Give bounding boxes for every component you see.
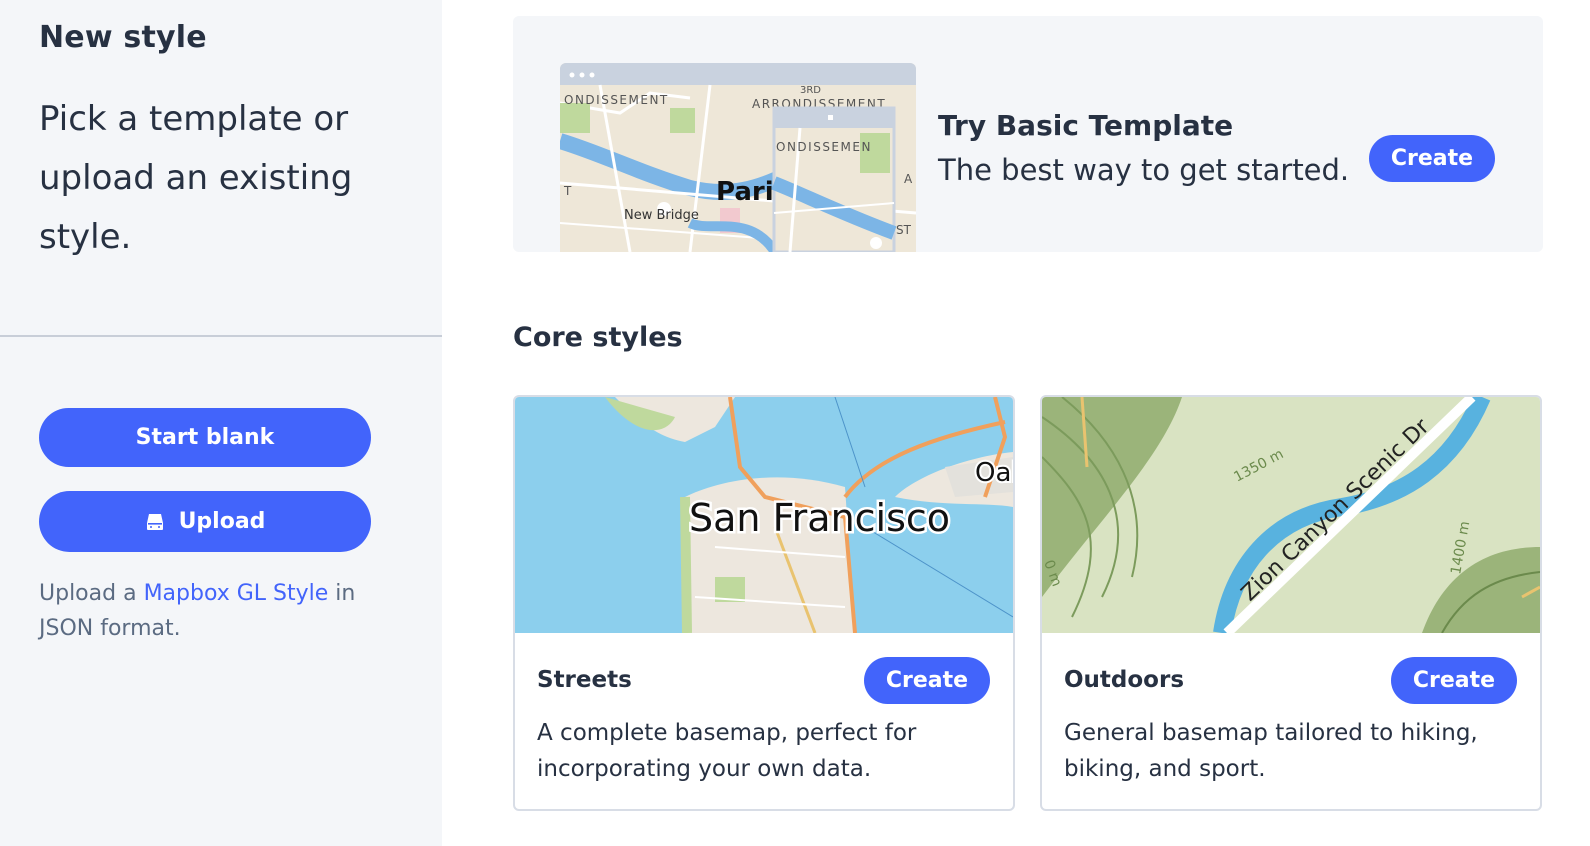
create-label: Create (1412, 668, 1496, 693)
map-label-st: ST (896, 223, 912, 237)
sidebar-divider (0, 335, 442, 337)
streets-create-button[interactable]: Create (864, 657, 990, 704)
map-label-arr1: ONDISSEMENT (564, 93, 669, 107)
upload-note: Upload a Mapbox GL Style in JSON format. (39, 576, 399, 646)
sidebar-subtitle: Pick a template or upload an existing st… (39, 99, 353, 257)
upload-note-prefix: Upload a (39, 581, 144, 606)
map-label-arr2-top: 3RD (800, 85, 821, 96)
map-label-a: A (904, 172, 913, 186)
start-blank-button[interactable]: Start blank (39, 408, 371, 467)
outdoors-description: General basemap tailored to hiking, biki… (1064, 720, 1478, 782)
upload-tray-icon (145, 512, 165, 532)
mapbox-gl-style-link[interactable]: Mapbox GL Style (144, 581, 329, 606)
main-content: ONDISSEMENT 3RD ARRONDISSEMENT Pari New … (442, 0, 1590, 846)
upload-label: Upload (178, 509, 266, 534)
basic-template-description: The best way to get started. (938, 153, 1350, 187)
outdoors-name: Outdoors (1064, 667, 1185, 693)
outdoors-create-button[interactable]: Create (1391, 657, 1517, 704)
sidebar: New style Pick a template or upload an e… (0, 0, 442, 846)
streets-map-city-label: San Francisco (689, 496, 950, 540)
streets-name: Streets (537, 667, 632, 693)
basic-template-card: ONDISSEMENT 3RD ARRONDISSEMENT Pari New … (513, 16, 1543, 252)
outdoors-style-card: Zion Canyon Scenic Dr 1350 m 1400 m 0 m … (1040, 395, 1542, 811)
start-blank-label: Start blank (135, 425, 275, 450)
map-label-t1: T (563, 184, 572, 198)
streets-description: A complete basemap, perfect for incorpor… (537, 720, 917, 782)
sidebar-title: New style (39, 20, 207, 55)
create-label: Create (1390, 146, 1474, 171)
map-label-city: Pari (716, 177, 774, 207)
streets-thumbnail: San Francisco Oal (515, 397, 1013, 633)
basic-template-title: Try Basic Template (938, 109, 1234, 142)
basic-template-create-button[interactable]: Create (1369, 135, 1495, 182)
map-label-bridge: New Bridge (624, 208, 699, 223)
basic-template-thumbnail: ONDISSEMENT 3RD ARRONDISSEMENT Pari New … (560, 63, 916, 252)
create-label: Create (885, 668, 969, 693)
map-label-arr3: ONDISSEMEN (776, 140, 872, 154)
upload-button[interactable]: Upload (39, 491, 371, 552)
streets-style-card: San Francisco Oal Streets Create A compl… (513, 395, 1015, 811)
streets-map-oak-label: Oal (975, 458, 1013, 488)
core-styles-heading: Core styles (513, 322, 683, 353)
outdoors-thumbnail: Zion Canyon Scenic Dr 1350 m 1400 m 0 m (1042, 397, 1540, 633)
